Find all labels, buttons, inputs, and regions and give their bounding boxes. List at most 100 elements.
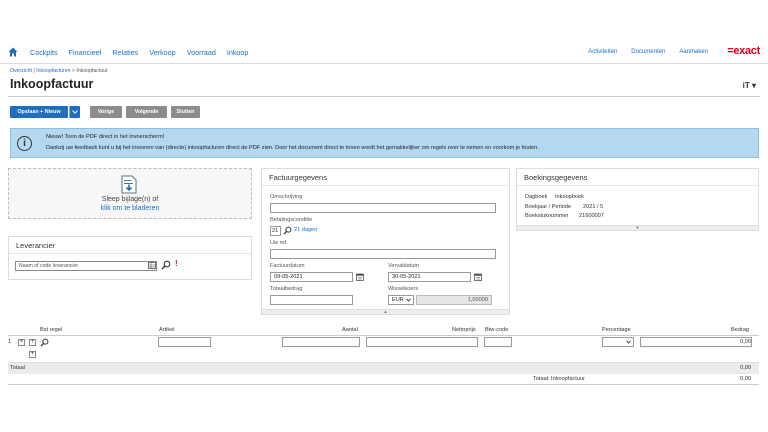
expand-toggle[interactable]: ▼ (517, 225, 758, 230)
percentage-select[interactable] (602, 337, 634, 347)
btw-code-input[interactable] (484, 337, 512, 347)
totaal-bar: Totaal 0,00 (8, 362, 759, 374)
col-btw-code: Btw-code (485, 327, 509, 333)
wisselkoers-label: Wisselkoers (388, 286, 419, 292)
vervaldatum-label: Vervaldatum (388, 263, 420, 269)
attachment-dropzone[interactable]: Sleep bijlage(n) of klik om te bladeren (8, 168, 252, 219)
betalingsconditie-label: Betalingsconditie (270, 217, 313, 223)
nav-item-financieel[interactable]: Financieel (69, 48, 102, 57)
totaal-inkoopfactuur-line: Totaal: Inkoopfactuur 0,00 (8, 374, 759, 385)
totaal-inkoopfactuur-label: Totaal: Inkoopfactuur (533, 376, 585, 382)
bedrag-input[interactable] (640, 337, 752, 347)
factuurgegevens-panel: Factuurgegevens Omschrijving Betalingsco… (261, 168, 510, 315)
breadcrumb: Overzicht | Inkoopfacturen > Inkoopfactu… (10, 68, 108, 74)
totaalbedrag-input[interactable] (270, 295, 353, 305)
totaal-value: 0,00 (740, 365, 751, 371)
next-button[interactable]: Volgende (126, 106, 167, 118)
boek-value: 2021 / 5 (583, 204, 604, 210)
betalingsconditie-link[interactable]: 21 dagen (294, 227, 317, 233)
grid-lookup-icon[interactable] (148, 262, 156, 269)
betalingsconditie-code-input[interactable]: 21 (270, 226, 281, 236)
totaal-inkoopfactuur-value: 0,00 (740, 376, 751, 382)
nav-item-verkoop[interactable]: Verkoop (149, 48, 175, 57)
breadcrumb-inkoopfacturen[interactable]: Inkoopfacturen (36, 68, 70, 74)
top-navigation-bar: Cockpits Financieel Relaties Verkoop Voo… (0, 40, 768, 64)
uw-ref-input[interactable] (270, 249, 496, 259)
omschrijving-input[interactable] (270, 203, 496, 213)
page-title: Inkoopfactuur (10, 77, 94, 91)
insert-row-icon[interactable]: + (29, 351, 36, 358)
aantal-input[interactable] (282, 337, 360, 347)
wisselkoers-rate: 1,00000 (416, 295, 492, 305)
omschrijving-label: Omschrijving (270, 194, 303, 200)
secondary-nav: Activiteiten Documenten Aanmaken (588, 49, 708, 55)
col-bst-regel: Bst regel (40, 327, 63, 333)
remove-row-icon[interactable]: × (18, 339, 25, 346)
info-text: Dankzij uw feedback kunt u bij het invoe… (46, 145, 539, 151)
nav-item-relaties[interactable]: Relaties (112, 48, 138, 57)
col-aantal: Aantal (342, 327, 358, 333)
col-percentage: Percentage (602, 327, 631, 333)
factuurgegevens-title: Factuurgegevens (262, 169, 509, 186)
search-icon[interactable] (161, 260, 171, 270)
boek-value: Inkoopboek (555, 194, 584, 200)
boek-row-boekjaar: Boekjaar / Periode 2021 / 5 (525, 204, 603, 210)
calendar-icon[interactable] (356, 273, 364, 281)
boek-value: 21600007 (579, 213, 604, 219)
artikel-input[interactable] (158, 337, 211, 347)
col-bedrag: Bedrag (731, 327, 750, 333)
chevron-down-icon (72, 110, 78, 114)
totaalbedrag-label: Totaalbedrag (270, 286, 303, 292)
boek-label: Boekstuknummer (525, 213, 569, 219)
close-button[interactable]: Sluiten (171, 106, 200, 118)
divider (8, 96, 760, 97)
nav-item-voorraad[interactable]: Voorraad (187, 48, 216, 57)
dropzone-text: Sleep bijlage(n) of (101, 196, 159, 203)
nav-activiteiten[interactable]: Activiteiten (588, 49, 617, 55)
supplier-input[interactable]: Naam of code leverancier (15, 261, 157, 271)
exact-logo[interactable]: =exact (727, 45, 760, 57)
search-icon[interactable] (283, 226, 292, 235)
info-title: Nieuw! Toon de PDF direct in het invoers… (46, 134, 165, 140)
search-icon[interactable] (40, 338, 49, 347)
dropzone-browse-link[interactable]: klik om te bladeren (9, 205, 251, 212)
vervaldatum-input[interactable]: 30-05-2021 (388, 272, 471, 282)
boek-label: Boekjaar / Periode (525, 204, 572, 210)
nav-documenten[interactable]: Documenten (631, 49, 665, 55)
boek-row-boekstuknummer: Boekstuknummer 21600007 (525, 213, 604, 219)
leverancier-title: Leverancier (9, 237, 251, 254)
lines-grid-header: Bst regel Artikel Aantal Nettoprijs Btw-… (8, 325, 759, 336)
add-row-icon[interactable]: + (29, 339, 36, 346)
breadcrumb-current: Inkoopfactuur (76, 68, 108, 74)
collapse-arrow-icon: ▲ (383, 309, 388, 314)
breadcrumb-overzicht[interactable]: Overzicht (10, 68, 32, 74)
row-amount: 0,00 (740, 339, 751, 345)
currency-value: EUR (392, 297, 404, 303)
nav-aanmaken[interactable]: Aanmaken (679, 49, 708, 55)
factuurdatum-label: Factuurdatum (270, 263, 305, 269)
nettoprijs-input[interactable] (366, 337, 478, 347)
boek-label: Dagboek (525, 194, 548, 200)
calendar-icon[interactable] (474, 273, 482, 281)
save-new-button[interactable]: Opslaan + Nieuw (10, 106, 68, 118)
home-icon[interactable] (8, 47, 18, 57)
currency-select[interactable]: EUR (388, 295, 414, 305)
chevron-down-icon (626, 340, 631, 344)
user-menu[interactable]: iT ▾ (743, 81, 756, 90)
info-icon: i (17, 136, 32, 151)
totaal-label: Totaal (10, 365, 25, 371)
nav-item-inkoop[interactable]: Inkoop (227, 48, 249, 57)
main-nav: Cockpits Financieel Relaties Verkoop Voo… (30, 48, 248, 57)
boekingsgegevens-title: Boekingsgegevens (517, 169, 758, 186)
info-banner: i Nieuw! Toon de PDF direct in het invoe… (10, 128, 759, 158)
previous-button[interactable]: Vorige (90, 106, 122, 118)
factuurdatum-input[interactable]: 09-05-2021 (270, 272, 353, 282)
boekingsgegevens-panel: Boekingsgegevens Dagboek Inkoopboek Boek… (516, 168, 759, 231)
save-options-dropdown[interactable] (69, 106, 80, 118)
leverancier-panel: Leverancier Naam of code leverancier ! (8, 236, 252, 280)
col-nettoprijs: Nettoprijs (452, 327, 476, 333)
collapse-toggle[interactable]: ▲ (262, 309, 509, 314)
col-artikel: Artikel (159, 327, 175, 333)
nav-item-cockpits[interactable]: Cockpits (30, 48, 58, 57)
uw-ref-label: Uw ref. (270, 240, 288, 246)
